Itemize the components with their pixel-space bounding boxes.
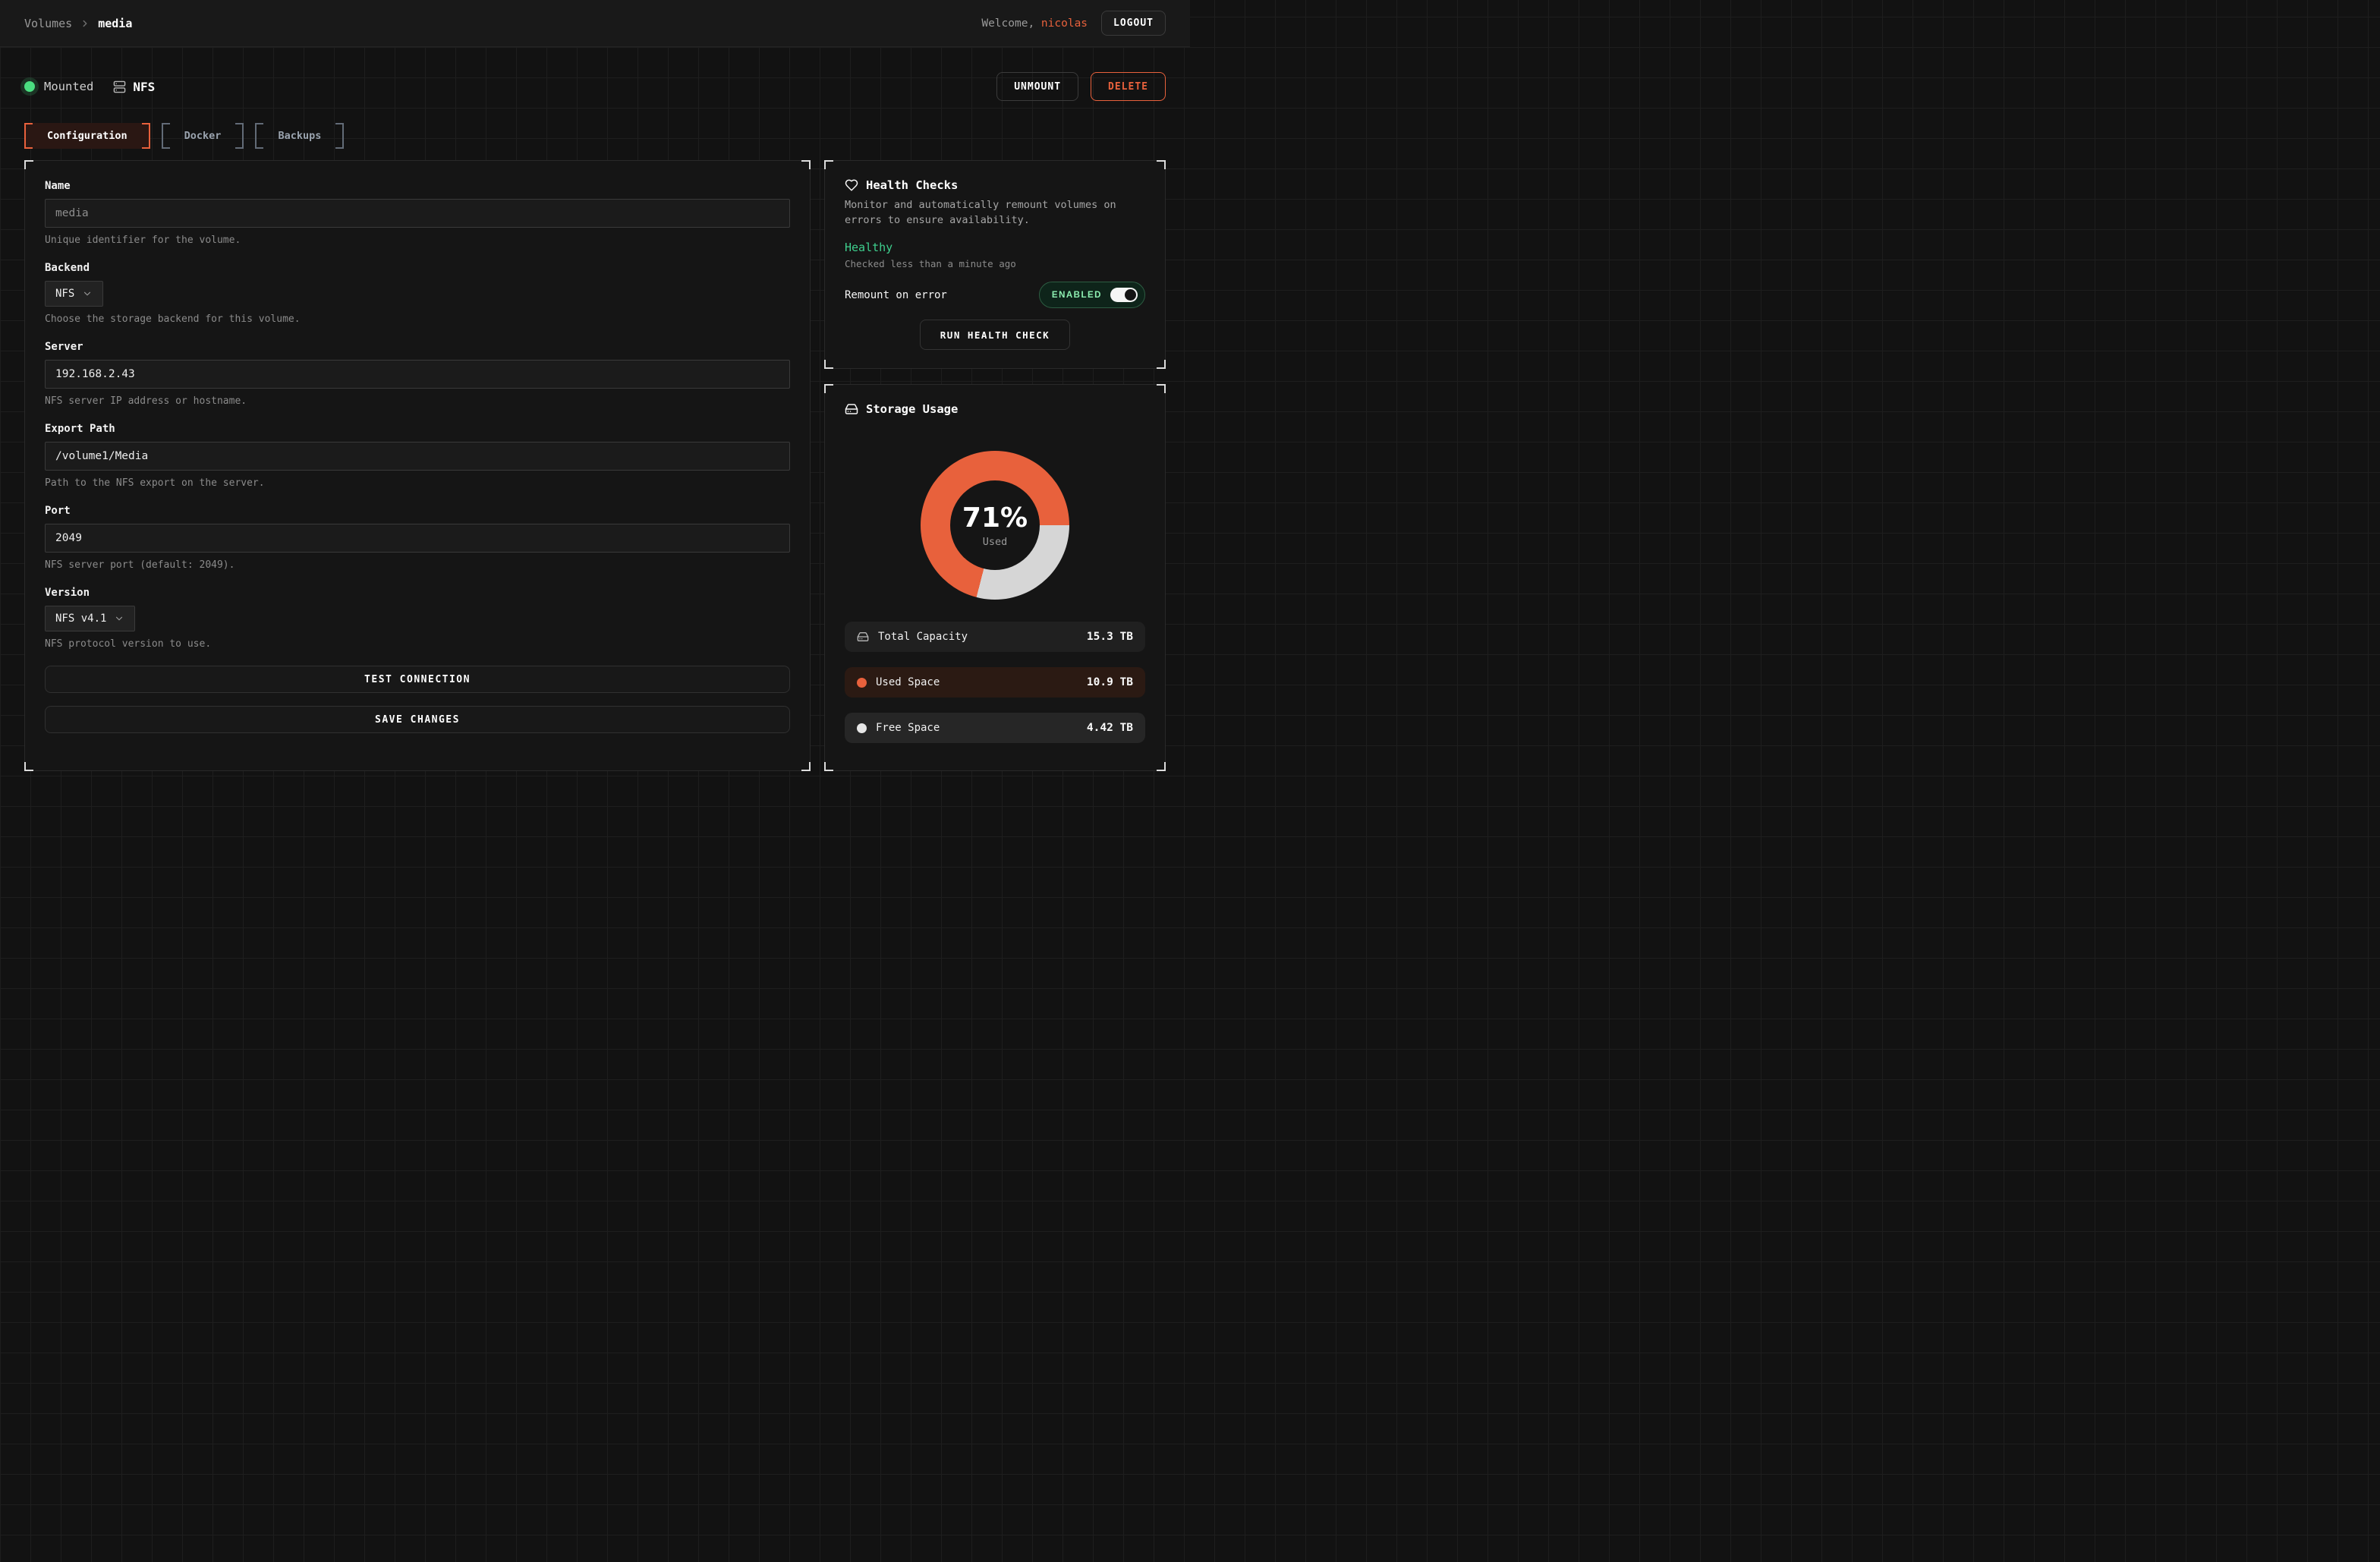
port-input[interactable] <box>45 524 790 553</box>
logout-button[interactable]: LOGOUT <box>1101 11 1166 36</box>
configuration-panel: Name Unique identifier for the volume. B… <box>24 160 811 771</box>
server-label: Server <box>45 341 790 353</box>
breadcrumb-volumes-link[interactable]: Volumes <box>24 17 72 30</box>
legend-label: Used Space <box>876 676 940 688</box>
breadcrumb-current: media <box>98 17 132 30</box>
panel-corner <box>824 160 833 169</box>
version-select[interactable]: NFS v4.1 <box>45 606 135 631</box>
legend-value: 15.3 TB <box>1087 631 1133 643</box>
storage-legend: Total Capacity 15.3 TB Used Space 10.9 T… <box>845 622 1145 743</box>
tab-bar: Configuration Docker Backups <box>24 123 1166 149</box>
panel-corner <box>24 762 33 771</box>
remount-toggle[interactable]: ENABLED <box>1039 282 1145 308</box>
hard-drive-icon <box>857 631 869 643</box>
legend-label: Free Space <box>876 722 940 734</box>
storage-donut-chart: 71% Used <box>921 451 1069 600</box>
legend-row-total-capacity: Total Capacity 15.3 TB <box>845 622 1145 652</box>
unmount-button[interactable]: UNMOUNT <box>996 72 1078 101</box>
version-helper: NFS protocol version to use. <box>45 638 790 650</box>
username: nicolas <box>1041 17 1088 30</box>
name-label: Name <box>45 180 790 192</box>
storage-usage-title: Storage Usage <box>866 402 958 416</box>
panel-corner <box>1157 160 1166 169</box>
chevron-right-icon <box>80 18 90 29</box>
health-status: Healthy <box>845 241 1145 254</box>
panel-corner <box>24 160 33 169</box>
legend-row-free-space: Free Space 4.42 TB <box>845 713 1145 743</box>
panel-corner <box>1157 762 1166 771</box>
donut-sublabel: Used <box>983 536 1008 548</box>
remount-on-error-label: Remount on error <box>845 289 947 301</box>
backend-badge: NFS <box>113 80 155 94</box>
panel-corner <box>1157 384 1166 393</box>
tab-configuration[interactable]: Configuration <box>24 123 150 149</box>
panel-corner <box>801 762 811 771</box>
legend-label: Total Capacity <box>878 631 968 643</box>
toggle-state-label: ENABLED <box>1052 291 1102 300</box>
export-path-input[interactable] <box>45 442 790 471</box>
test-connection-button[interactable]: TEST CONNECTION <box>45 666 790 693</box>
panel-corner <box>801 160 811 169</box>
panel-corner <box>824 384 833 393</box>
breadcrumb: Volumes media <box>24 17 132 30</box>
legend-row-used-space: Used Space 10.9 TB <box>845 667 1145 698</box>
status-row: Mounted NFS UNMOUNT DELETE <box>24 72 1166 101</box>
toggle-switch <box>1110 288 1138 302</box>
toggle-knob <box>1125 289 1136 301</box>
legend-value: 10.9 TB <box>1087 676 1133 688</box>
health-checks-panel: Health Checks Monitor and automatically … <box>824 160 1166 369</box>
top-bar: Volumes media Welcome, nicolas LOGOUT <box>0 0 1190 47</box>
name-input[interactable] <box>45 199 790 228</box>
name-helper: Unique identifier for the volume. <box>45 235 790 246</box>
welcome-text: Welcome, nicolas <box>981 17 1088 30</box>
mount-status-label: Mounted <box>44 80 93 93</box>
hard-drive-icon <box>845 402 858 416</box>
port-helper: NFS server port (default: 2049). <box>45 559 790 571</box>
health-checks-description: Monitor and automatically remount volume… <box>845 198 1138 228</box>
chevron-down-icon <box>114 613 124 624</box>
delete-button[interactable]: DELETE <box>1091 72 1166 101</box>
backend-badge-label: NFS <box>133 80 155 94</box>
backend-helper: Choose the storage backend for this volu… <box>45 313 790 325</box>
server-input[interactable] <box>45 360 790 389</box>
panel-corner <box>1157 360 1166 369</box>
port-label: Port <box>45 505 790 517</box>
health-checks-title: Health Checks <box>866 178 958 192</box>
storage-usage-panel: Storage Usage 71% Used Total Ca <box>824 384 1166 771</box>
legend-value: 4.42 TB <box>1087 722 1133 734</box>
panel-corner <box>824 762 833 771</box>
version-label: Version <box>45 587 790 599</box>
mounted-status-dot <box>24 81 35 92</box>
tab-backups[interactable]: Backups <box>255 123 344 149</box>
heart-icon <box>845 178 858 192</box>
tab-docker[interactable]: Docker <box>162 123 244 149</box>
health-last-checked: Checked less than a minute ago <box>845 258 1145 269</box>
export-path-label: Export Path <box>45 423 790 435</box>
export-path-helper: Path to the NFS export on the server. <box>45 477 790 489</box>
backend-label: Backend <box>45 262 790 274</box>
backend-select[interactable]: NFS <box>45 281 103 307</box>
panel-corner <box>824 360 833 369</box>
save-changes-button[interactable]: SAVE CHANGES <box>45 706 790 733</box>
used-space-dot <box>857 678 867 688</box>
server-icon <box>113 80 126 93</box>
free-space-dot <box>857 723 867 733</box>
run-health-check-button[interactable]: RUN HEALTH CHECK <box>920 320 1070 350</box>
server-helper: NFS server IP address or hostname. <box>45 395 790 407</box>
donut-percent: 71% <box>962 502 1028 534</box>
chevron-down-icon <box>82 288 93 299</box>
